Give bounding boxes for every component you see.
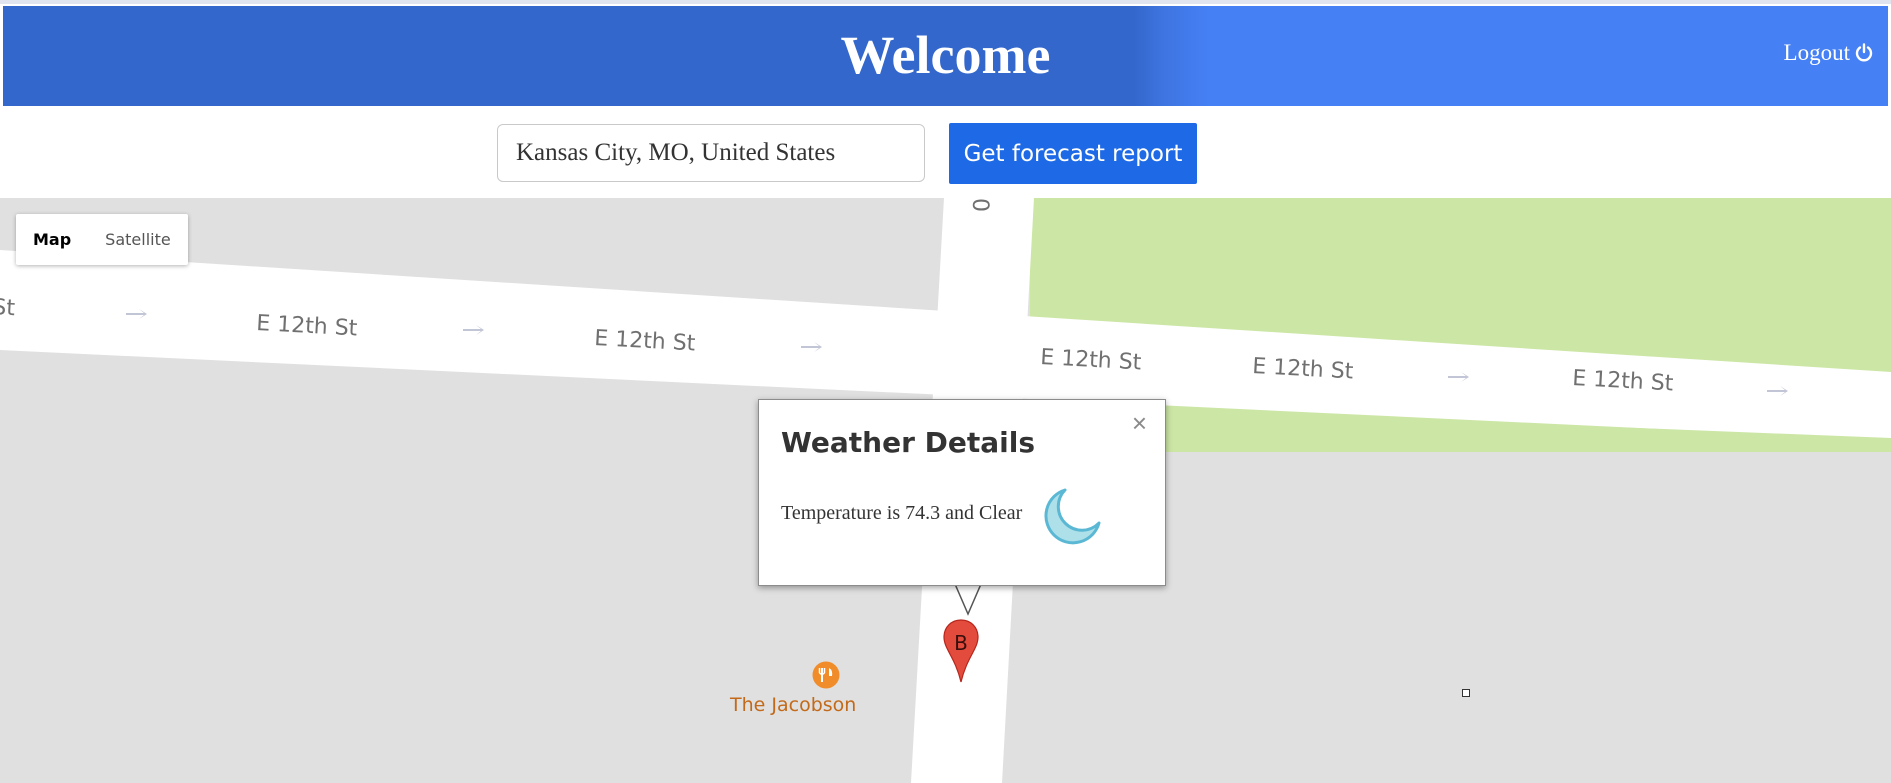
map-view[interactable]: St E 12th St E 12th St E 12th St E 12th … (0, 198, 1891, 783)
power-icon (1854, 43, 1874, 63)
moon-icon (1044, 488, 1101, 545)
location-search-input[interactable] (497, 124, 925, 182)
info-window-pointer (955, 584, 981, 616)
weather-description: Temperature is 74.3 and Clear (781, 502, 1023, 524)
weather-info-window: × Weather Details Temperature is 74.3 an… (758, 399, 1166, 586)
app-header: Welcome Logout (3, 6, 1888, 106)
marker-label: B (954, 631, 968, 655)
page-title: Welcome (840, 25, 1051, 85)
map-anchor-square (1462, 689, 1470, 697)
logout-button[interactable]: Logout (1784, 40, 1874, 66)
logout-label: Logout (1783, 40, 1850, 65)
map-marker-b[interactable]: B (943, 619, 979, 688)
map-type-map-button[interactable]: Map (16, 214, 88, 265)
map-type-satellite-button[interactable]: Satellite (88, 214, 188, 265)
poi-label[interactable]: The Jacobson (730, 694, 856, 716)
cross-street-label: 0 (967, 198, 992, 212)
info-window-title: Weather Details (781, 426, 1036, 459)
map-type-control: Map Satellite (16, 214, 188, 265)
restaurant-icon[interactable] (812, 661, 840, 689)
window-frame (0, 0, 1891, 4)
close-icon[interactable]: × (1132, 410, 1147, 436)
search-toolbar: Get forecast report (0, 108, 1891, 198)
street-label: St (0, 295, 16, 321)
get-forecast-button[interactable]: Get forecast report (949, 123, 1197, 184)
